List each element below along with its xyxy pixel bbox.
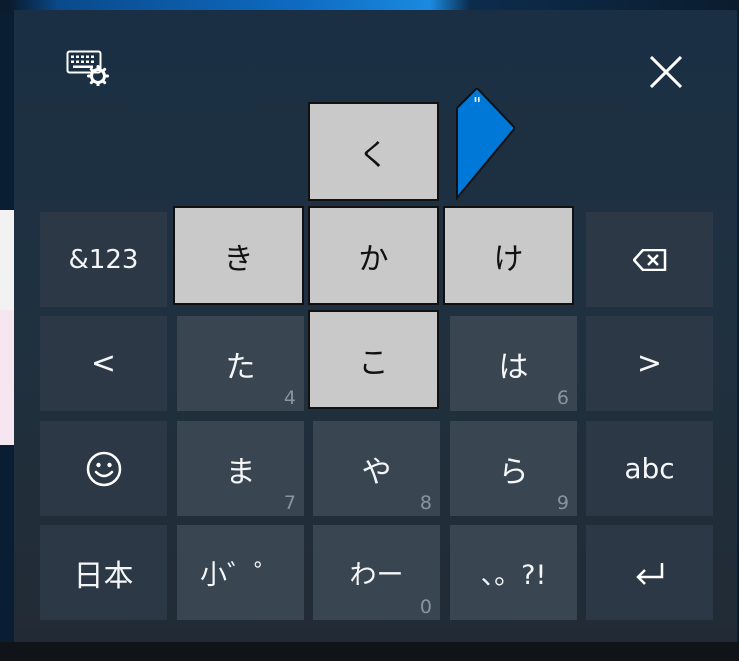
- touch-keyboard-panel: &123 < た 4 は 6 > ま 7 や 8 ら 9 abc 日本 小゛゜ …: [14, 10, 737, 642]
- key-ta[interactable]: た 4: [177, 316, 304, 411]
- key-ma[interactable]: ま 7: [177, 421, 304, 516]
- close-icon[interactable]: [649, 55, 683, 89]
- flick-down-label: こ: [358, 345, 389, 381]
- emoji-key[interactable]: [40, 421, 167, 516]
- key-ta-number: 4: [283, 387, 296, 409]
- symbols-key[interactable]: &123: [40, 212, 167, 307]
- key-ra[interactable]: ら 9: [450, 421, 577, 516]
- flick-right-ke[interactable]: け: [443, 206, 574, 305]
- key-ya-label: や: [361, 454, 392, 490]
- enter-key[interactable]: [586, 525, 713, 620]
- key-wa-label: わー: [349, 560, 404, 591]
- punctuation-key[interactable]: 、。?!: [450, 525, 577, 620]
- keyboard-settings-icon[interactable]: [66, 50, 114, 87]
- backspace-icon: [632, 248, 666, 271]
- backspace-key[interactable]: [586, 212, 713, 307]
- flick-left-ki[interactable]: き: [173, 206, 304, 305]
- key-ya-number: 8: [419, 492, 432, 514]
- key-ta-label: た: [225, 349, 256, 385]
- flick-center-label: か: [358, 241, 389, 277]
- japanese-mode-label: 日本: [73, 558, 134, 594]
- dakuten-flick-label: ": [473, 94, 482, 115]
- small-dakuten-key[interactable]: 小゛゜: [177, 525, 304, 620]
- cursor-right-key[interactable]: >: [586, 316, 713, 411]
- punctuation-key-label: 、。?!: [480, 560, 547, 591]
- flick-center-ka[interactable]: か: [308, 206, 439, 305]
- dakuten-flick-hint[interactable]: [455, 86, 517, 212]
- key-ma-label: ま: [225, 454, 256, 490]
- flick-up-ku[interactable]: く: [308, 102, 439, 201]
- key-ra-number: 9: [556, 492, 569, 514]
- key-ha[interactable]: は 6: [450, 316, 577, 411]
- abc-key[interactable]: abc: [586, 421, 713, 516]
- chevron-left-icon: <: [90, 346, 117, 381]
- flick-down-ko[interactable]: こ: [308, 310, 439, 409]
- taskbar-edge: [0, 642, 739, 661]
- flick-left-label: き: [223, 241, 254, 277]
- key-wa[interactable]: わー 0: [313, 525, 440, 620]
- chevron-right-icon: >: [636, 346, 663, 381]
- key-ma-number: 7: [283, 492, 296, 514]
- key-ha-label: は: [498, 349, 529, 385]
- flick-up-label: く: [358, 137, 389, 173]
- key-ha-number: 6: [556, 387, 569, 409]
- japanese-mode-key[interactable]: 日本: [40, 525, 167, 620]
- small-dakuten-label: 小゛゜: [200, 560, 281, 591]
- enter-icon: [635, 562, 663, 585]
- key-wa-number: 0: [419, 596, 432, 618]
- symbols-key-label: &123: [68, 244, 139, 275]
- emoji-icon: [86, 451, 121, 486]
- cursor-left-key[interactable]: <: [40, 316, 167, 411]
- key-ya[interactable]: や 8: [313, 421, 440, 516]
- abc-key-label: abc: [624, 452, 675, 485]
- desktop-window-edge: [0, 210, 14, 310]
- desktop-window-edge-pink: [0, 310, 14, 445]
- flick-right-label: け: [493, 241, 524, 277]
- key-ra-label: ら: [498, 454, 529, 490]
